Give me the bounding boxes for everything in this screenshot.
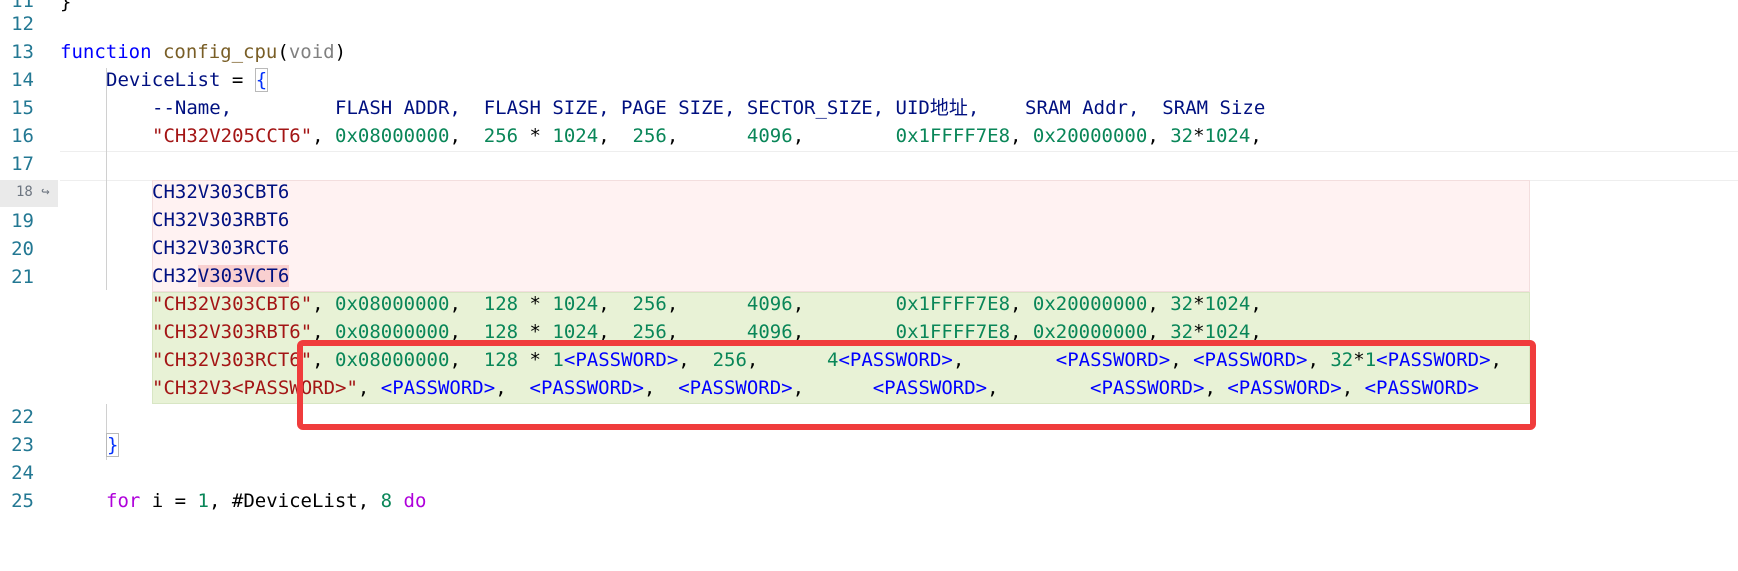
- matched-brace: }: [106, 433, 120, 457]
- line-number: 13: [11, 41, 34, 63]
- string: "CH32V303RBT6": [152, 321, 313, 343]
- operator: *: [518, 125, 553, 147]
- number: 256: [632, 293, 667, 315]
- number: 1: [197, 490, 209, 512]
- sep: ,: [208, 490, 232, 512]
- number: 32: [1170, 125, 1194, 147]
- number: 0x20000000: [1032, 293, 1148, 315]
- number: 8: [380, 490, 393, 512]
- line-number: 18: [16, 184, 33, 200]
- code-line[interactable]: }: [60, 0, 71, 16]
- sep: ,: [666, 125, 747, 147]
- deleted-code-line[interactable]: CH32V303CBT6: [152, 178, 289, 206]
- number: 4096: [746, 125, 793, 147]
- line-number: 16: [11, 125, 34, 147]
- number: 4096: [746, 293, 793, 315]
- line-number: 19: [11, 210, 34, 232]
- deleted-code-line[interactable]: CH32V303VCT6: [152, 262, 290, 290]
- line-number: 14: [11, 69, 34, 91]
- text: i =: [140, 490, 198, 512]
- deleted-code-line[interactable]: CH32V303RBT6: [152, 206, 289, 234]
- added-code-line[interactable]: "CH32V303CBT6", 0x08000000, 128 * 1024, …: [152, 290, 1262, 318]
- string: "CH32V205CCT6": [152, 125, 313, 147]
- sep: ,: [792, 125, 896, 147]
- identifier: DeviceList: [106, 69, 221, 91]
- number: 0x08000000: [335, 293, 450, 315]
- line-number-wrapped: 18 ↪: [16, 184, 64, 200]
- number: 256: [632, 125, 667, 147]
- line-number: 12: [11, 13, 34, 35]
- line-number: 22: [11, 406, 34, 428]
- code-line[interactable]: }: [106, 431, 120, 459]
- paren: ): [334, 41, 347, 63]
- sep: ,: [1147, 125, 1171, 147]
- sep: ,: [312, 125, 336, 147]
- sep: ,: [666, 293, 747, 315]
- number: 1024: [552, 293, 599, 315]
- sep: ,: [1250, 293, 1262, 315]
- number: 0x20000000: [1032, 125, 1148, 147]
- deleted-lines-region: [152, 180, 1530, 292]
- line-number: 25: [11, 490, 34, 512]
- operator: *: [1193, 125, 1205, 147]
- line-number: 23: [11, 434, 34, 456]
- number: 1024: [1204, 293, 1251, 315]
- line-number: 17: [11, 153, 34, 175]
- keyword: for: [106, 490, 141, 512]
- number: 0x1FFFF7E8: [895, 293, 1011, 315]
- sep: ,: [1010, 125, 1033, 147]
- text: CH32: [152, 265, 198, 287]
- sep: ,: [598, 293, 633, 315]
- number: 0x08000000: [335, 125, 450, 147]
- code-line[interactable]: "CH32V205CCT6", 0x08000000, 256 * 1024, …: [152, 122, 1262, 150]
- parameter: void: [288, 41, 335, 63]
- number: 32: [1170, 293, 1194, 315]
- line-number: 20: [11, 238, 34, 260]
- string: "CH32V303CBT6": [152, 293, 313, 315]
- sep: ,: [449, 125, 484, 147]
- operator: *: [518, 293, 553, 315]
- deleted-code-line[interactable]: CH32V303RCT6: [152, 234, 289, 262]
- matched-brace: {: [254, 68, 269, 92]
- indent-guide: [106, 68, 107, 290]
- line-number: 24: [11, 462, 34, 484]
- highlight-annotation-box: [297, 340, 1536, 430]
- sep: ,: [312, 293, 336, 315]
- sep: ,: [1147, 293, 1171, 315]
- sep: ,: [449, 293, 484, 315]
- code-line[interactable]: function config_cpu(void): [60, 38, 346, 66]
- string: "CH32V303RCT6": [152, 349, 313, 371]
- sep: ,: [1010, 293, 1033, 315]
- identifier: #DeviceList: [231, 490, 358, 512]
- number: 256: [483, 125, 519, 147]
- function-name: config_cpu: [162, 41, 278, 63]
- wrap-arrow-icon: ↪: [41, 184, 50, 200]
- number: 1024: [1204, 125, 1251, 147]
- operator: =: [220, 69, 255, 91]
- code-line[interactable]: --Name, FLASH ADDR, FLASH SIZE, PAGE SIZ…: [152, 94, 1265, 122]
- deleted-inline-highlight: V303VCT6: [197, 265, 290, 287]
- line-number: 21: [11, 266, 34, 288]
- current-line-highlight: [60, 151, 1738, 181]
- number: 0x1FFFF7E8: [895, 125, 1011, 147]
- line-number: 15: [11, 97, 34, 119]
- sep: ,: [598, 125, 633, 147]
- paren: (: [277, 41, 289, 63]
- operator: *: [1193, 293, 1205, 315]
- number: 128: [483, 293, 519, 315]
- code-line[interactable]: for i = 1, #DeviceList, 8 do: [106, 487, 426, 515]
- keyword: do: [392, 490, 427, 512]
- keyword: function: [60, 41, 152, 63]
- sep: ,: [1250, 125, 1262, 147]
- sep: ,: [357, 490, 381, 512]
- sep: ,: [792, 293, 896, 315]
- number: 1024: [552, 125, 599, 147]
- line-number: 11: [11, 0, 34, 12]
- code-line[interactable]: DeviceList = {: [106, 66, 269, 94]
